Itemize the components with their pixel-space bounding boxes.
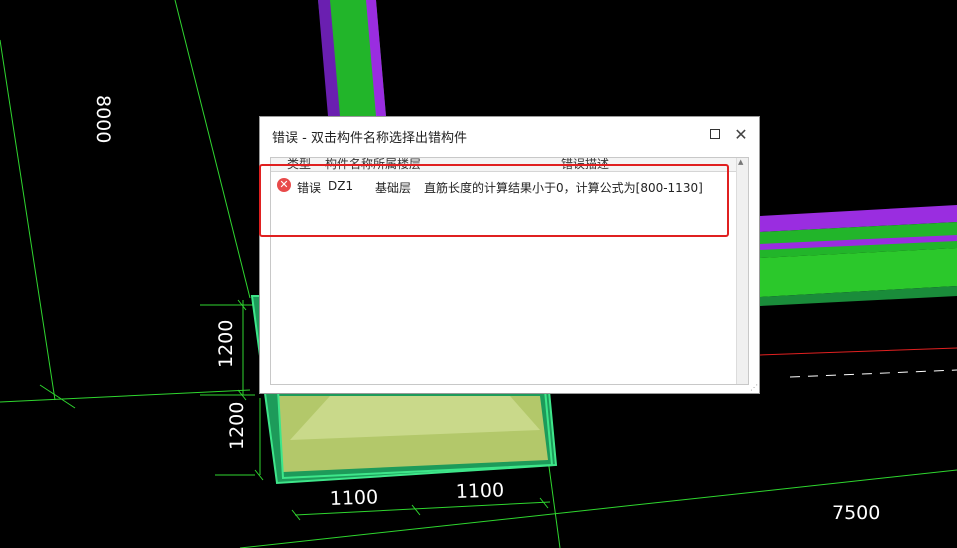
highlight-box bbox=[259, 164, 729, 237]
dim-1100-right: 1100 bbox=[455, 479, 504, 503]
maximize-icon bbox=[710, 129, 720, 139]
dim-1200-lower: 1200 bbox=[226, 402, 248, 450]
red-axis-line bbox=[759, 347, 957, 356]
dialog-title: 错误 - 双击构件名称选择出错构件 bbox=[272, 131, 467, 146]
scroll-up-icon[interactable]: ▲ bbox=[738, 158, 743, 166]
maximize-button[interactable] bbox=[704, 123, 726, 145]
dim-8000: 8000 bbox=[92, 95, 114, 143]
dim-7500: 7500 bbox=[832, 502, 880, 524]
close-button[interactable]: ✕ bbox=[730, 123, 752, 145]
resize-grip-icon[interactable]: ⋰ bbox=[750, 383, 758, 392]
dim-1200-upper: 1200 bbox=[215, 320, 237, 368]
vertical-beam bbox=[318, 0, 386, 116]
dim-1100-left: 1100 bbox=[329, 486, 378, 510]
vertical-scrollbar[interactable]: ▲ bbox=[736, 158, 748, 384]
horizontal-beams bbox=[759, 205, 957, 306]
close-icon: ✕ bbox=[734, 124, 748, 144]
error-dialog: 错误 - 双击构件名称选择出错构件 ✕ 类型 构件名称 所属楼层 错误描述 ✕ … bbox=[259, 116, 760, 394]
dashed-axis-line bbox=[789, 369, 957, 378]
